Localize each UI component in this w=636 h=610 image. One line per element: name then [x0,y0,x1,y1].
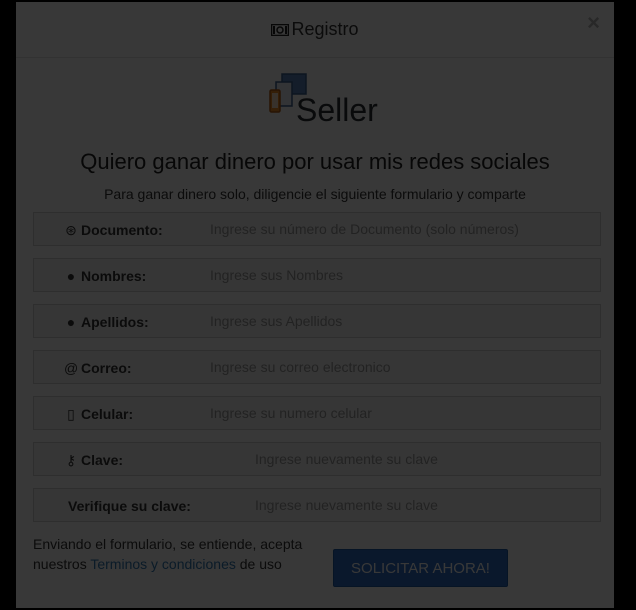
logo-text: Seller [296,92,378,128]
subline: Para ganar dinero solo, diligencie el si… [104,186,526,202]
mobile-icon: ▯ [67,406,75,422]
phone-row: ▯ Celular: [33,396,601,430]
verify-password-input[interactable] [255,490,595,520]
password-row: ⚷ Clave: [33,442,601,476]
email-label: @ Correo: [64,360,132,376]
headline: Quiero ganar dinero por usar mis redes s… [80,149,550,174]
terms-text: Enviando el formulario, se entiende, ace… [33,536,303,572]
phone-label: ▯ Celular: [64,406,133,423]
document-label: ⊛ Documento: [65,222,163,238]
password-label: ⚷ Clave: [65,452,124,468]
modal-header: Registro × [16,2,614,58]
email-row: @ Correo: [33,350,601,384]
modal-title: Registro [16,19,614,41]
email-input[interactable] [210,352,590,382]
registration-modal: Registro × Seller Quiero ganar dinero po… [14,0,616,610]
money-icon [271,20,290,41]
phone-input[interactable] [210,398,590,428]
surnames-input[interactable] [210,306,590,336]
key-icon: ⚷ [65,452,77,468]
submit-button[interactable]: SOLICITAR AHORA! [333,549,508,587]
verify-password-row: Verifique su clave: [33,488,601,522]
at-icon: @ [64,360,79,376]
id-card-icon: ⊛ [65,222,77,238]
close-button[interactable]: × [587,12,600,34]
user-icon: ● [66,314,76,330]
document-input[interactable] [210,214,590,244]
seller-logo: Seller [268,72,378,130]
surnames-label: ● Apellidos: [64,314,149,330]
names-label: ● Nombres: [64,268,147,284]
verify-password-label: Verifique su clave: [68,498,191,514]
names-input[interactable] [210,260,590,290]
password-input[interactable] [255,444,595,474]
names-row: ● Nombres: [33,258,601,292]
surnames-row: ● Apellidos: [33,304,601,338]
modal-title-text: Registro [291,19,359,39]
user-icon: ● [66,268,76,284]
terms-link[interactable]: Terminos y condiciones [90,556,236,572]
document-row: ⊛ Documento: [33,212,601,246]
